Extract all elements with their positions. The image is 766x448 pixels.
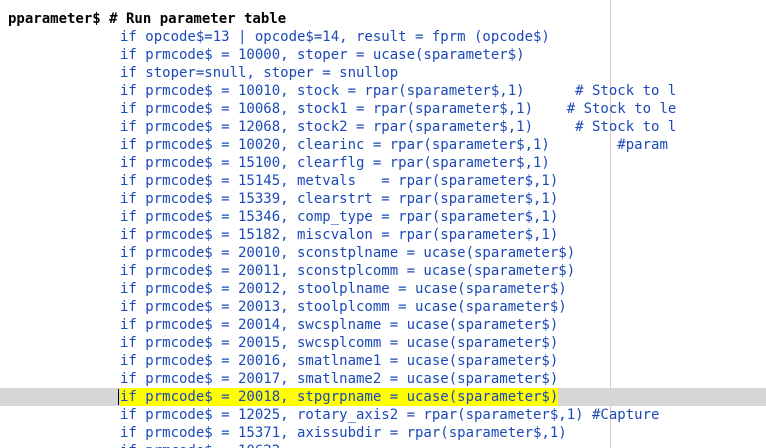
code-editor[interactable]: pparameter$ # Run parameter table if opc… (0, 0, 766, 448)
code-line-text: if prmcode$ = 10000, stoper = ucase(spar… (120, 47, 525, 63)
code-line[interactable]: if prmcode$ = 10622 (0, 442, 766, 448)
code-line[interactable]: if prmcode$ = 15371, axissubdir = rpar(s… (0, 424, 766, 442)
code-line-text: if prmcode$ = 10622 (120, 442, 280, 448)
code-line[interactable]: if prmcode$ = 12025, rotary_axis2 = rpar… (0, 406, 766, 424)
code-line-text: if prmcode$ = 20016, smatlname1 = ucase(… (120, 353, 559, 369)
code-line-text: if prmcode$ = 15182, miscvalon = rpar(sp… (120, 227, 559, 243)
code-line[interactable]: if prmcode$ = 20011, sconstplcomm = ucas… (0, 262, 766, 280)
code-line-text: if prmcode$ = 15339, clearstrt = rpar(sp… (120, 191, 559, 207)
code-line[interactable]: if prmcode$ = 12068, stock2 = rpar(spara… (0, 118, 766, 136)
code-line[interactable]: if prmcode$ = 10020, clearinc = rpar(spa… (0, 136, 766, 154)
code-line[interactable]: if prmcode$ = 10010, stock = rpar(sparam… (0, 82, 766, 100)
code-line[interactable]: if prmcode$ = 15100, clearflg = rpar(spa… (0, 154, 766, 172)
code-line-highlighted[interactable]: if prmcode$ = 20018, stpgrpname = ucase(… (0, 388, 766, 406)
code-line[interactable]: if prmcode$ = 20015, swcsplcomm = ucase(… (0, 334, 766, 352)
code-line-header[interactable]: pparameter$ # Run parameter table (0, 10, 766, 28)
code-line-text: if prmcode$ = 10010, stock = rpar(sparam… (120, 83, 677, 99)
code-line[interactable]: if prmcode$ = 20013, stoolplcomm = ucase… (0, 298, 766, 316)
code-line-text: if prmcode$ = 12025, rotary_axis2 = rpar… (120, 407, 660, 423)
code-line-text: if prmcode$ = 15371, axissubdir = rpar(s… (120, 425, 567, 441)
code-line-text: if prmcode$ = 20012, stoolplname = ucase… (120, 281, 567, 297)
code-line-text: if prmcode$ = 20013, stoolplcomm = ucase… (120, 299, 567, 315)
code-line-text: if prmcode$ = 20017, smatlname2 = ucase(… (120, 371, 559, 387)
code-line-text: if prmcode$ = 15145, metvals = rpar(spar… (120, 173, 559, 189)
code-line[interactable]: if prmcode$ = 20016, smatlname1 = ucase(… (0, 352, 766, 370)
code-line-text: if prmcode$ = 15100, clearflg = rpar(spa… (120, 155, 550, 171)
code-line-text: if opcode$=13 | opcode$=14, result = fpr… (120, 29, 550, 45)
code-line-text: pparameter$ # Run parameter table (8, 11, 287, 27)
code-line-text: if prmcode$ = 10068, stock1 = rpar(spara… (120, 101, 677, 117)
code-line-text: if prmcode$ = 10020, clearinc = rpar(spa… (120, 137, 668, 153)
code-line[interactable]: if opcode$=13 | opcode$=14, result = fpr… (0, 28, 766, 46)
code-line-text: if stoper=snull, stoper = snullop (120, 65, 399, 81)
code-line[interactable]: if prmcode$ = 20012, stoolplname = ucase… (0, 280, 766, 298)
code-line[interactable]: if prmcode$ = 20014, swcsplname = ucase(… (0, 316, 766, 334)
text-cursor (118, 389, 119, 405)
code-line-text: if prmcode$ = 15346, comp_type = rpar(sp… (120, 209, 559, 225)
code-line-text: if prmcode$ = 20010, sconstplname = ucas… (120, 245, 576, 261)
code-line-text: if prmcode$ = 20014, swcsplname = ucase(… (120, 317, 559, 333)
code-line[interactable]: if prmcode$ = 10000, stoper = ucase(spar… (0, 46, 766, 64)
code-line-text: if prmcode$ = 20018, stpgrpname = ucase(… (120, 388, 559, 406)
code-line[interactable]: if prmcode$ = 20017, smatlname2 = ucase(… (0, 370, 766, 388)
code-line[interactable]: if prmcode$ = 10068, stock1 = rpar(spara… (0, 100, 766, 118)
code-line[interactable]: if stoper=snull, stoper = snullop (0, 64, 766, 82)
code-line[interactable]: if prmcode$ = 20010, sconstplname = ucas… (0, 244, 766, 262)
code-line[interactable]: if prmcode$ = 15145, metvals = rpar(spar… (0, 172, 766, 190)
code-line[interactable]: if prmcode$ = 15346, comp_type = rpar(sp… (0, 208, 766, 226)
code-line[interactable]: if prmcode$ = 15182, miscvalon = rpar(sp… (0, 226, 766, 244)
code-line-text: if prmcode$ = 12068, stock2 = rpar(spara… (120, 119, 677, 135)
code-line[interactable]: if prmcode$ = 15339, clearstrt = rpar(sp… (0, 190, 766, 208)
code-line-text: if prmcode$ = 20011, sconstplcomm = ucas… (120, 263, 576, 279)
code-line-text: if prmcode$ = 20015, swcsplcomm = ucase(… (120, 335, 559, 351)
